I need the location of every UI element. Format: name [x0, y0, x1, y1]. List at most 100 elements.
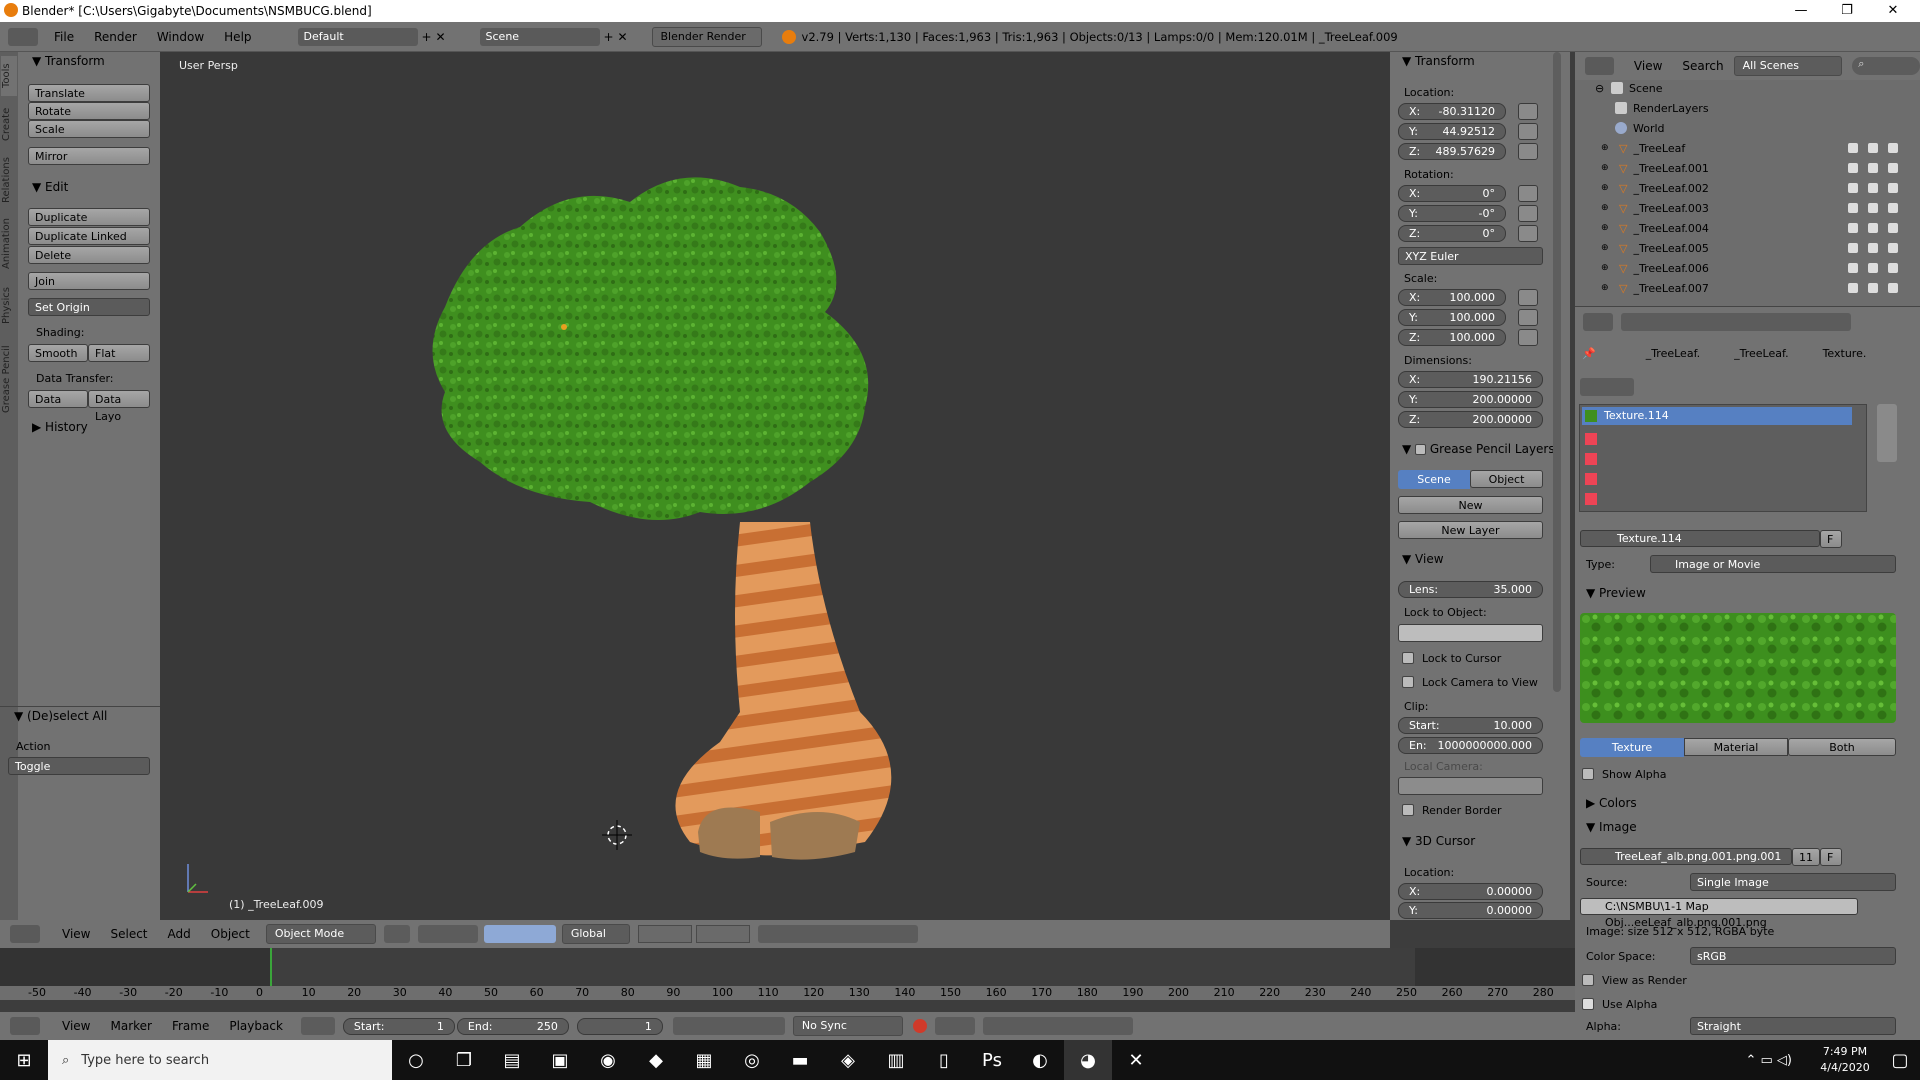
expand-icon[interactable]: ⊕ — [1601, 283, 1611, 293]
app-icon[interactable]: ✕ — [1112, 1040, 1160, 1080]
eye-icon[interactable] — [1848, 223, 1858, 233]
image-name-field[interactable]: TreeLeaf_alb.png.001.png.001 — [1580, 848, 1792, 865]
rotation-mode-dropdown[interactable]: XYZ Euler — [1398, 247, 1543, 265]
data-button[interactable]: Data — [28, 390, 88, 408]
outliner-view-menu[interactable]: View — [1624, 59, 1672, 73]
eye-icon[interactable] — [1848, 163, 1858, 173]
sync-dropdown[interactable]: No Sync — [792, 1016, 903, 1036]
gp-scene-tab[interactable]: Scene — [1398, 470, 1470, 489]
cursor-select-icon[interactable] — [1868, 263, 1878, 273]
add-layout-icon[interactable]: + — [422, 30, 436, 44]
outliner-search-field[interactable]: ⌕ — [1852, 57, 1920, 75]
lock-icon[interactable] — [1518, 205, 1538, 222]
preview-header[interactable]: ▼ Preview — [1586, 586, 1646, 600]
task-view-icon[interactable]: ❐ — [440, 1040, 488, 1080]
app-icon[interactable]: ▣ — [536, 1040, 584, 1080]
minimize-button[interactable]: — — [1778, 0, 1824, 22]
editor-type-icon[interactable] — [1583, 312, 1613, 331]
lens-field[interactable]: Lens: 35.000 — [1398, 581, 1543, 598]
menu-view[interactable]: View — [52, 927, 100, 941]
editor-type-icon[interactable] — [8, 28, 38, 46]
cursor-select-icon[interactable] — [1868, 243, 1878, 253]
layout-selector[interactable]: Default — [297, 27, 418, 46]
location-y-field[interactable]: Y: 44.92512 — [1398, 123, 1506, 140]
eye-icon[interactable] — [1848, 203, 1858, 213]
outliner-search-menu[interactable]: Search — [1672, 59, 1733, 73]
scale-x-field[interactable]: X: 100.000 — [1398, 289, 1506, 306]
tray-icons[interactable]: ⌃ ▭ ◁) — [1745, 1053, 1792, 1068]
app-icon[interactable]: ◉ — [584, 1040, 632, 1080]
np-transform-header[interactable]: ▼ Transform — [1402, 54, 1475, 68]
outliner-object-row[interactable]: ⊕ ▽ _TreeLeaf.005 — [1595, 239, 1709, 257]
calculator-icon[interactable]: ▦ — [680, 1040, 728, 1080]
outliner-object-row[interactable]: ⊕ ▽ _TreeLeaf.006 — [1595, 259, 1709, 277]
menu-window[interactable]: Window — [147, 30, 214, 44]
layers-grid-b[interactable] — [695, 925, 750, 943]
render-engine-selector[interactable]: Blender Render — [651, 26, 762, 47]
texture-context-icons[interactable] — [1580, 378, 1634, 396]
render-icon[interactable] — [1888, 203, 1898, 213]
render-icon[interactable] — [1888, 143, 1898, 153]
rotation-z-field[interactable]: Z: 0° — [1398, 225, 1506, 242]
outliner-row-scene[interactable]: ⊖ Scene — [1595, 79, 1663, 97]
expand-icon[interactable]: ⊕ — [1601, 203, 1611, 213]
local-camera-field[interactable] — [1398, 777, 1543, 795]
app-icon[interactable]: ◈ — [824, 1040, 872, 1080]
outliner-object-row[interactable]: ⊕ ▽ _TreeLeaf.003 — [1595, 199, 1709, 217]
empty-slot-icon[interactable] — [1585, 473, 1597, 485]
render-icon[interactable] — [1888, 243, 1898, 253]
clip-start-field[interactable]: Start: 10.000 — [1398, 717, 1543, 734]
menu-help[interactable]: Help — [214, 30, 261, 44]
3d-viewport[interactable]: User Persp (1) _TreeLeaf.009 — [160, 52, 1390, 920]
layers-grid-a[interactable] — [637, 925, 692, 943]
empty-slot-icon[interactable] — [1585, 453, 1597, 465]
duplicate-button[interactable]: Duplicate — [28, 208, 150, 226]
texture-name-field[interactable]: Texture.114 — [1580, 530, 1820, 547]
remove-layout-icon[interactable]: ✕ — [436, 30, 450, 44]
cursor-select-icon[interactable] — [1868, 143, 1878, 153]
slot-move-buttons[interactable] — [1877, 404, 1897, 462]
chrome-icon[interactable]: ◎ — [728, 1040, 776, 1080]
dimensions-z-field[interactable]: Z: 200.00000 — [1398, 411, 1543, 428]
operator-panel-header[interactable]: ▼ (De)select All — [14, 709, 107, 723]
menu-playback[interactable]: Playback — [219, 1019, 293, 1033]
menu-file[interactable]: File — [44, 30, 84, 44]
lock-object-field[interactable] — [1398, 624, 1543, 642]
cursor-select-icon[interactable] — [1868, 283, 1878, 293]
menu-view[interactable]: View — [52, 1019, 100, 1033]
manipulator-icons[interactable] — [483, 925, 556, 943]
add-scene-icon[interactable]: + — [604, 30, 618, 44]
lock-icon[interactable] — [1518, 289, 1538, 306]
taskbar-search-box[interactable]: ⌕ Type here to search — [48, 1040, 392, 1080]
app-icon[interactable]: ◆ — [632, 1040, 680, 1080]
expand-icon[interactable]: ⊖ — [1595, 82, 1605, 95]
np-view-header[interactable]: ▼ View — [1402, 552, 1444, 566]
data-layout-button[interactable]: Data Layo — [88, 390, 150, 423]
outliner-object-row[interactable]: ⊕ ▽ _TreeLeaf.007 — [1595, 279, 1709, 297]
translate-button[interactable]: Translate — [28, 84, 150, 102]
scale-z-field[interactable]: Z: 100.000 — [1398, 329, 1506, 346]
tab-tools[interactable]: Tools — [1, 56, 17, 96]
expand-icon[interactable]: ⊕ — [1601, 163, 1611, 173]
lock-icon[interactable] — [1518, 123, 1538, 140]
flat-button[interactable]: Flat — [88, 344, 150, 362]
clock[interactable]: 7:49 PM 4/4/2020 — [1810, 1044, 1880, 1076]
mirror-button[interactable]: Mirror — [28, 147, 150, 165]
lock-icon[interactable] — [1518, 309, 1538, 326]
menu-frame[interactable]: Frame — [162, 1019, 219, 1033]
outliner-object-row[interactable]: ⊕ ▽ _TreeLeaf — [1595, 139, 1685, 157]
switch-icon[interactable]: ▯ — [920, 1040, 968, 1080]
lock-icon[interactable] — [1518, 225, 1538, 242]
gp-enable-checkbox[interactable] — [1415, 444, 1427, 455]
menu-add[interactable]: Add — [158, 927, 201, 941]
menu-object[interactable]: Object — [201, 927, 260, 941]
menu-marker[interactable]: Marker — [100, 1019, 161, 1033]
eye-icon[interactable] — [1848, 143, 1858, 153]
preview-tab-texture[interactable]: Texture — [1580, 738, 1684, 757]
panel-history-header[interactable]: ▶ History — [32, 420, 88, 434]
lock-icon[interactable] — [1518, 329, 1538, 346]
properties-context-tabs[interactable] — [1621, 312, 1851, 331]
menu-select[interactable]: Select — [100, 927, 157, 941]
lock-icon[interactable] — [1518, 185, 1538, 202]
colors-header[interactable]: ▶ Colors — [1586, 796, 1637, 810]
